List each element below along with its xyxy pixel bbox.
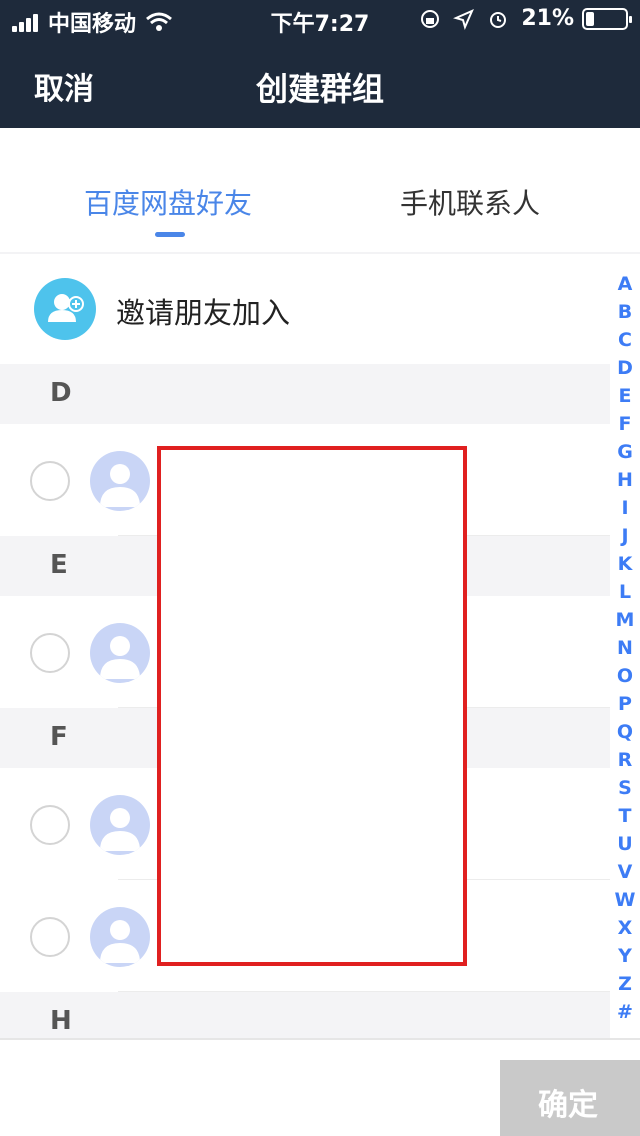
battery-icon (582, 7, 632, 30)
bottom-bar: 确定 (0, 1038, 640, 1136)
index-letter[interactable]: U (610, 830, 640, 858)
index-letter[interactable]: K (610, 550, 640, 578)
index-letter[interactable]: # (610, 998, 640, 1026)
index-letter[interactable]: P (610, 690, 640, 718)
index-letter[interactable]: E (610, 382, 640, 410)
redaction-box (157, 446, 467, 966)
select-checkbox[interactable] (30, 917, 70, 957)
section-letter: H (50, 1006, 72, 1036)
tab-indicator (155, 232, 185, 237)
section-header-d: D (0, 364, 610, 424)
rotation-lock-icon (421, 9, 440, 28)
index-letter[interactable]: X (610, 914, 640, 942)
invite-friends-row[interactable]: 邀请朋友加入 (0, 256, 610, 364)
index-letter[interactable]: Y (610, 942, 640, 970)
select-checkbox[interactable] (30, 461, 70, 501)
page-title: 创建群组 (255, 70, 384, 108)
index-letter[interactable]: G (610, 438, 640, 466)
index-letter[interactable]: L (610, 578, 640, 606)
index-letter[interactable]: W (610, 886, 640, 914)
select-checkbox[interactable] (30, 633, 70, 673)
index-letter[interactable]: I (610, 494, 640, 522)
index-letter[interactable]: N (610, 634, 640, 662)
add-friend-icon (34, 278, 96, 340)
index-letter[interactable]: S (610, 774, 640, 802)
status-right: 21% (419, 6, 632, 31)
index-letter[interactable]: R (610, 746, 640, 774)
avatar (90, 907, 150, 967)
header: 中国移动 下午7:27 21% 取消 创建群组 (0, 0, 640, 128)
section-letter: E (50, 550, 68, 580)
index-letter[interactable]: Z (610, 970, 640, 998)
section-letter: F (50, 722, 68, 752)
location-icon (453, 8, 475, 30)
avatar (90, 451, 150, 511)
tab-bar: 百度网盘好友 手机联系人 (0, 128, 640, 254)
index-letter[interactable]: Q (610, 718, 640, 746)
invite-label: 邀请朋友加入 (116, 296, 291, 330)
index-letter[interactable]: M (610, 606, 640, 634)
tab-phone-contacts[interactable]: 手机联系人 (400, 182, 540, 222)
index-letter[interactable]: D (610, 354, 640, 382)
alphabet-index[interactable]: A B C D E F G H I J K L M N O P Q R S T U V W X Y Z # (610, 270, 640, 1026)
status-bar: 中国移动 下午7:27 21% (0, 0, 640, 40)
tab-baidu-friends[interactable]: 百度网盘好友 (84, 182, 252, 222)
avatar (90, 623, 150, 683)
avatar (90, 795, 150, 855)
confirm-label: 确定 (538, 1088, 598, 1123)
index-letter[interactable]: F (610, 410, 640, 438)
confirm-button[interactable]: 确定 (500, 1060, 640, 1136)
index-letter[interactable]: O (610, 662, 640, 690)
index-letter[interactable]: B (610, 298, 640, 326)
battery-level (586, 11, 594, 26)
section-letter: D (50, 378, 72, 408)
index-letter[interactable]: T (610, 802, 640, 830)
select-checkbox[interactable] (30, 805, 70, 845)
battery-percent: 21% (521, 6, 574, 31)
index-letter[interactable]: J (610, 522, 640, 550)
alarm-icon (490, 11, 507, 28)
index-letter[interactable]: C (610, 326, 640, 354)
index-letter[interactable]: A (610, 270, 640, 298)
index-letter[interactable]: H (610, 466, 640, 494)
index-letter[interactable]: V (610, 858, 640, 886)
